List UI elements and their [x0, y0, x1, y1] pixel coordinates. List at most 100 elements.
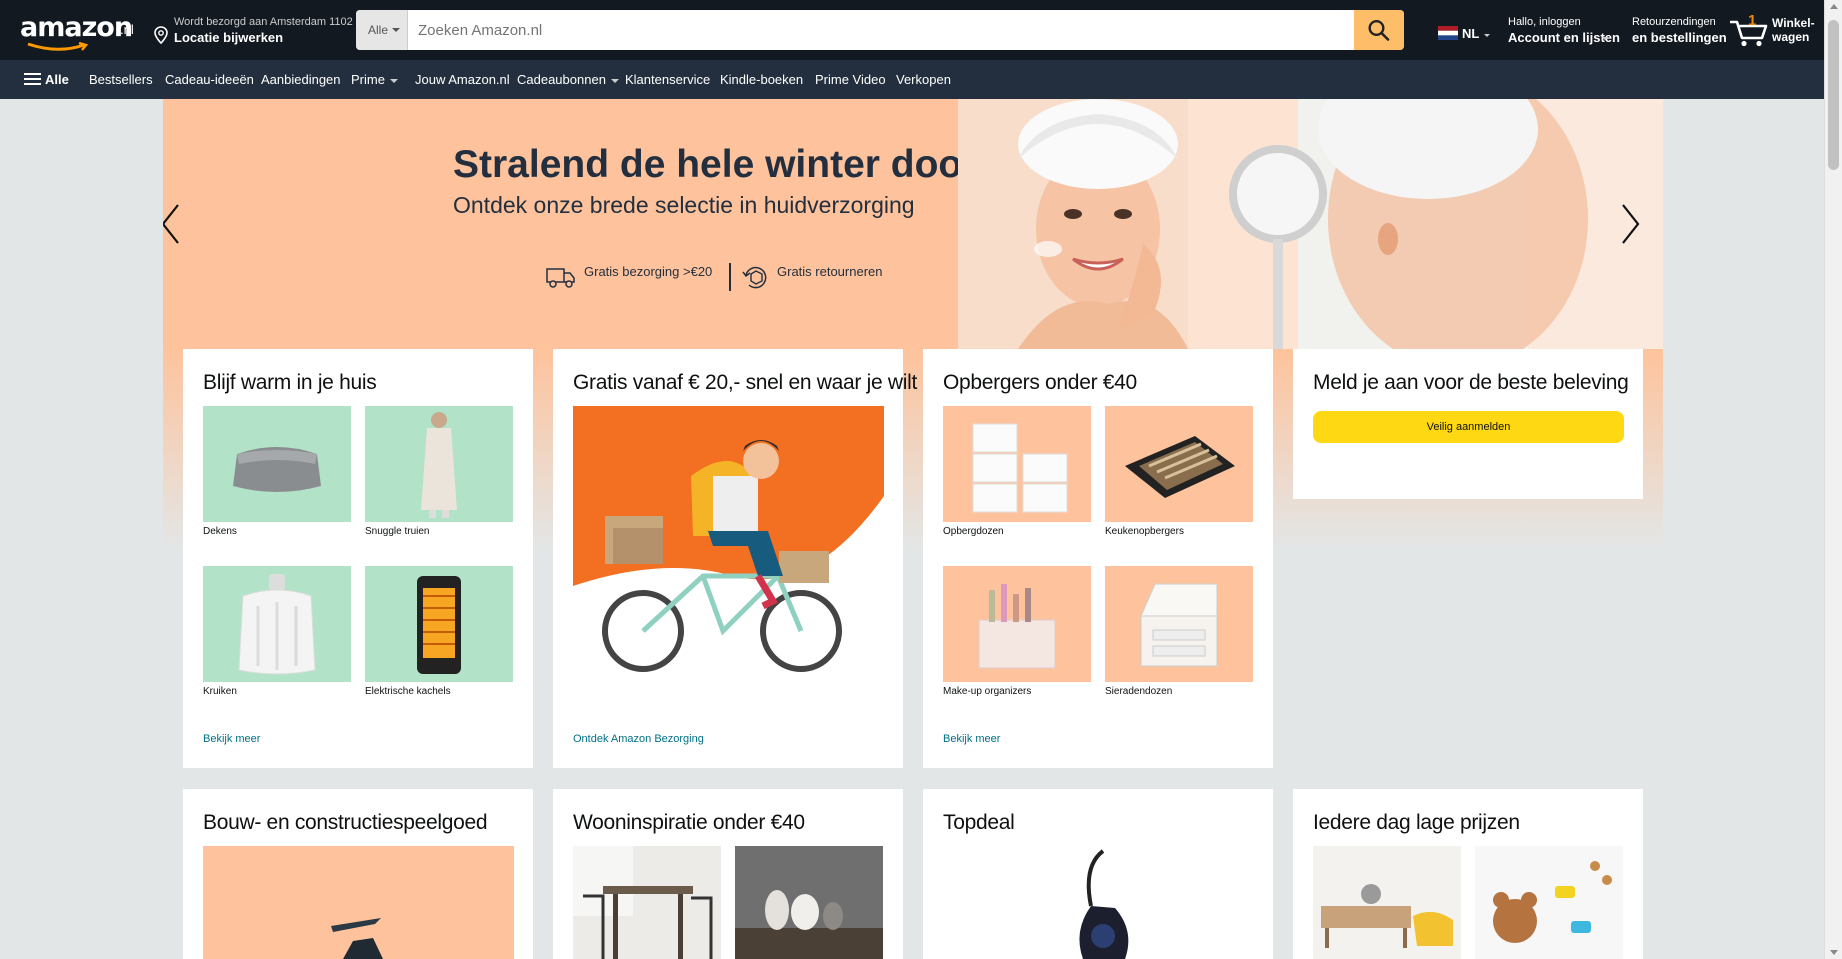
card-title: Topdeal: [943, 811, 1015, 834]
location-pin-icon: [154, 26, 168, 44]
secondary-navigation-bar: Alle Bestsellers Cadeau-ideeën Aanbiedin…: [0, 60, 1824, 99]
scrollbar-thumb[interactable]: [1828, 20, 1839, 170]
card-title: Opbergers onder €40: [943, 371, 1137, 394]
chevron-down-icon: [1602, 37, 1608, 40]
tile-snuggle-sweaters[interactable]: [365, 406, 513, 522]
discover-delivery-link[interactable]: Ontdek Amazon Bezorging: [573, 733, 704, 745]
nav-item-prime[interactable]: Prime: [351, 72, 398, 87]
nav-item-customer-service[interactable]: Klantenservice: [625, 72, 710, 87]
account-and-lists[interactable]: Hallo, inloggen Account en lijsten: [1508, 14, 1620, 48]
jewelry-box-image: [1140, 583, 1218, 667]
deliver-line2: Locatie bijwerken: [174, 30, 284, 45]
page-scrollbar[interactable]: [1824, 0, 1842, 959]
nav-item-deals[interactable]: Aanbiedingen: [261, 72, 341, 87]
chevron-down-icon: [389, 78, 398, 83]
snuggle-sweater-image: [421, 412, 457, 518]
search-button[interactable]: [1354, 10, 1404, 50]
cart-button[interactable]: 1 Winkel- wagen: [1728, 12, 1815, 48]
delivery-truck-icon: [546, 268, 575, 288]
tile-label: Sieradendozen: [1105, 686, 1173, 697]
cart-label-line1: Winkel-: [1772, 16, 1815, 30]
construction-toy-graphic: [331, 918, 383, 959]
scroll-up-icon[interactable]: [1830, 4, 1838, 9]
nav-item-your-amazon[interactable]: Jouw Amazon.nl: [415, 72, 510, 87]
nav-item-bestsellers[interactable]: Bestsellers: [89, 72, 153, 87]
nav-item-gift-ideas[interactable]: Cadeau-ideeën: [165, 72, 254, 87]
returns-and-orders[interactable]: Retourzendingen en bestellingen: [1632, 14, 1727, 48]
scroll-down-icon[interactable]: [1830, 950, 1838, 955]
tile-label: Keukenopbergers: [1105, 526, 1184, 537]
orders-line1: Retourzendingen: [1632, 16, 1716, 28]
search-category-label: Alle: [368, 23, 389, 37]
delivery-bike-illustration[interactable]: [573, 406, 884, 672]
hero-feature-returns: Gratis retourneren: [777, 264, 883, 279]
tile-label: Make-up organizers: [943, 686, 1032, 697]
card-storage: Opbergers onder €40 Opbergdozen Keukenop…: [923, 349, 1273, 768]
card-title: Meld je aan voor de beste beleving: [1313, 371, 1629, 394]
blanket-image: [233, 447, 321, 492]
see-more-link[interactable]: Bekijk meer: [943, 733, 1000, 745]
logo-text: amazon: [20, 12, 133, 43]
tile-hot-water-bottles[interactable]: [203, 566, 351, 682]
search-input[interactable]: [408, 10, 1354, 50]
card-title: Blijf warm in je huis: [203, 371, 377, 394]
hero-feature-divider: [729, 263, 731, 291]
carousel-prev-arrow-icon[interactable]: [163, 203, 183, 245]
card-title: Iedere dag lage prijzen: [1313, 811, 1520, 834]
tile-label: Opbergdozen: [943, 526, 1004, 537]
nav-item-prime-video[interactable]: Prime Video: [815, 72, 886, 87]
tile-kitchen-organizers[interactable]: [1105, 406, 1253, 522]
card-building-toys: Bouw- en constructiespeelgoed: [183, 789, 533, 959]
tile-label: Kruiken: [203, 686, 237, 697]
carousel-next-arrow-icon[interactable]: [1618, 203, 1642, 245]
tile-label: Dekens: [203, 526, 237, 537]
hero-skincare-image: [958, 99, 1663, 349]
tile-label: Snuggle truien: [365, 526, 430, 537]
makeup-organizer-image: [978, 584, 1056, 669]
card-free-delivery: Gratis vanaf € 20,- snel en waar je wilt…: [553, 349, 917, 768]
chevron-down-icon: [610, 78, 619, 83]
returns-box-icon: [742, 266, 767, 289]
search-bar: Alle: [356, 10, 1404, 50]
search-category-dropdown[interactable]: Alle: [356, 10, 408, 50]
tile-jewelry-boxes[interactable]: [1105, 566, 1253, 682]
card-low-prices: Iedere dag lage prijzen: [1293, 789, 1643, 959]
hamburger-menu-icon: [24, 72, 42, 86]
delivery-location[interactable]: Wordt bezorgd aan Amsterdam 1102 Locatie…: [152, 14, 353, 48]
tile-storage-boxes[interactable]: [943, 406, 1091, 522]
toys-image[interactable]: [1475, 846, 1623, 959]
dining-room-image[interactable]: [573, 846, 721, 959]
tile-electric-heaters[interactable]: [365, 566, 513, 682]
top-navigation-bar: amazon .nl Wordt bezorgd aan Amsterdam 1…: [0, 0, 1824, 60]
card-home-inspiration: Wooninspiratie onder €40: [553, 789, 903, 959]
amazon-logo[interactable]: amazon .nl: [20, 12, 136, 51]
nav-item-sell[interactable]: Verkopen: [896, 72, 951, 87]
tile-blankets[interactable]: [203, 406, 351, 522]
orders-line2: en bestellingen: [1632, 30, 1727, 45]
all-menu-label: Alle: [45, 72, 69, 87]
logo-tld: .nl: [120, 22, 134, 37]
electric-heater-image: [417, 576, 461, 674]
nav-item-kindle-books[interactable]: Kindle-boeken: [720, 72, 803, 87]
building-toys-image[interactable]: [203, 846, 514, 959]
living-room-image[interactable]: [1313, 846, 1461, 959]
tile-label: Elektrische kachels: [365, 686, 451, 697]
tile-makeup-organizers[interactable]: [943, 566, 1091, 682]
hero-banner[interactable]: Stralend de hele winter door Ontdek onze…: [163, 99, 1663, 349]
storage-boxes-image: [972, 423, 1068, 513]
nav-item-gift-cards-label: Cadeaubonnen: [517, 72, 606, 87]
card-title: Wooninspiratie onder €40: [573, 811, 805, 834]
search-icon: [1368, 19, 1390, 41]
smile-arrow-icon: [27, 42, 89, 51]
deliver-line1: Wordt bezorgd aan Amsterdam 1102: [174, 16, 353, 28]
vacuum-cleaner-image[interactable]: [1043, 846, 1163, 959]
vases-image[interactable]: [735, 846, 883, 959]
card-title: Gratis vanaf € 20,- snel en waar je wilt: [573, 371, 917, 394]
nav-item-gift-cards[interactable]: Cadeaubonnen: [517, 72, 619, 87]
see-more-link[interactable]: Bekijk meer: [203, 733, 260, 745]
language-code: NL: [1462, 26, 1480, 41]
chevron-down-icon: [392, 28, 400, 32]
language-selector[interactable]: NL: [1438, 24, 1490, 44]
secure-sign-in-button[interactable]: Veilig aanmelden: [1313, 411, 1624, 443]
account-greeting: Hallo, inloggen: [1508, 16, 1581, 28]
